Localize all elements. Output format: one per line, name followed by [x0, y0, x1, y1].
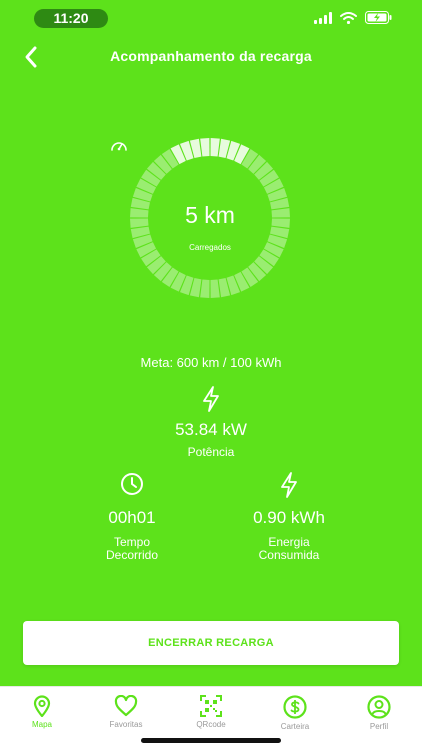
energy-label-line2: Consumida: [258, 548, 320, 562]
charged-label: Carregados: [189, 243, 231, 252]
tab-label: Mapa: [31, 720, 52, 729]
charge-goal: Meta: 600 km / 100 kWh: [140, 355, 282, 370]
tab-label: Perfil: [369, 722, 389, 731]
clock-icon: [121, 473, 143, 495]
power-value: 53.84 kW: [175, 420, 247, 439]
elapsed-label-line2: Decorrido: [105, 548, 159, 562]
gauge-segment: [200, 138, 210, 157]
speedometer-icon: [111, 142, 127, 151]
elapsed-stat: 00h01 Tempo Decorrido: [62, 472, 202, 562]
bolt-icon: [281, 472, 297, 498]
tab-mapa[interactable]: Mapa: [12, 695, 72, 729]
signal-icon: [314, 11, 332, 24]
qrcode-icon: [200, 695, 222, 717]
bolt-icon: [203, 386, 219, 412]
page-title: Acompanhamento da recarga: [110, 48, 312, 64]
elapsed-label: Tempo Decorrido: [62, 536, 202, 562]
tab-perfil[interactable]: Perfil: [349, 695, 409, 731]
battery-charging-icon: [365, 11, 392, 24]
charged-distance: 5 km: [185, 202, 235, 228]
tab-qrcode[interactable]: QRcode: [181, 695, 241, 729]
gauge-segment: [210, 138, 220, 157]
status-icons: [314, 11, 392, 24]
elapsed-value: 00h01: [108, 508, 156, 527]
dollar-icon: [283, 695, 307, 719]
energy-stat: 0.90 kWh Energia Consumida: [219, 472, 359, 562]
status-time: 11:20: [34, 9, 108, 28]
tab-label: Favoritas: [109, 720, 143, 729]
power-stat: 53.84 kW Potência: [111, 386, 311, 459]
user-icon: [367, 695, 391, 719]
header: Acompanhamento da recarga: [0, 40, 422, 74]
tab-carteira[interactable]: Carteira: [265, 695, 325, 731]
charge-gauge: 5 km Carregados: [110, 138, 310, 298]
gauge-segment: [200, 279, 210, 298]
tab-favoritas[interactable]: Favoritas: [96, 695, 156, 729]
home-indicator: [141, 738, 281, 743]
map-pin-icon: [33, 695, 51, 717]
wifi-icon: [340, 11, 357, 24]
energy-value: 0.90 kWh: [253, 508, 325, 527]
power-label: Potência: [187, 445, 235, 459]
status-bar: 11:20: [0, 0, 422, 36]
tab-label: QRcode: [196, 720, 226, 729]
tab-label: Carteira: [280, 722, 310, 731]
end-charging-button[interactable]: ENCERRAR RECARGA: [23, 621, 399, 665]
heart-icon: [114, 695, 138, 717]
energy-label: Energia Consumida: [219, 536, 359, 562]
gauge-segment: [210, 279, 220, 298]
